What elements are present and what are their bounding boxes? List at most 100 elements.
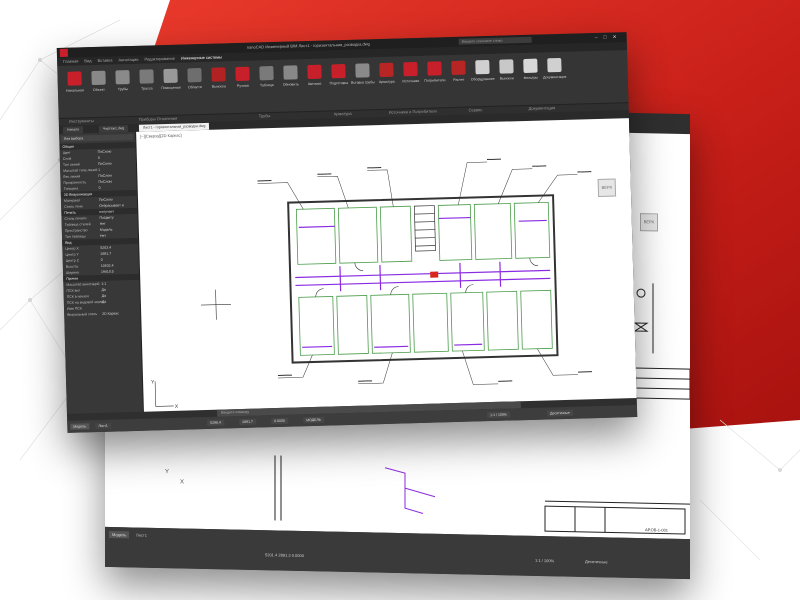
property-key: Тип линий: [62, 162, 80, 167]
start-button[interactable]: Начальная: [63, 69, 86, 114]
docs-icon: [547, 57, 562, 73]
status-item[interactable]: 0.0000: [271, 417, 289, 425]
svg-text:▬▬▬▬: ▬▬▬▬: [358, 378, 373, 382]
prepare-icon: [331, 63, 346, 79]
property-value: 19410.5: [100, 269, 114, 274]
status-item[interactable]: 5296.4: [207, 419, 225, 426]
areas-button[interactable]: Области: [183, 66, 206, 111]
property-key: Тип таблицы: [64, 234, 86, 239]
source-icon: [403, 61, 418, 77]
source-button[interactable]: Источники: [399, 60, 422, 105]
ribbon-button-label: Документация: [543, 74, 567, 80]
calc-icon: [451, 60, 466, 76]
route-button[interactable]: Трасса: [135, 67, 158, 112]
property-key: Вес линий: [63, 174, 81, 179]
ribbon-group-label: Документация: [528, 105, 556, 111]
menu-item[interactable]: Редактирование: [144, 56, 175, 62]
drawing-canvas[interactable]: [–][Сверху][2D Каркас] ВЕРХ ▬▬▬▬ ▬▬▬▬ ▬▬…: [136, 118, 637, 412]
hand-icon: [235, 66, 250, 82]
refresh-icon: [283, 65, 298, 80]
hand-button[interactable]: Ручная: [231, 65, 254, 110]
status-item[interactable]: МОДЕЛЬ: [303, 416, 325, 424]
object-icon: [91, 70, 106, 86]
property-value: 0: [98, 185, 101, 190]
consumer-icon: [427, 61, 442, 76]
property-key: Высота: [65, 264, 78, 269]
menu-item[interactable]: Инженерные системы: [181, 54, 222, 60]
menu-item[interactable]: Вид: [84, 58, 91, 63]
equipment-icon: [475, 59, 490, 75]
front-cad-window: nanoCAD Инженерный BIM Лист1 - горизонта…: [56, 32, 638, 433]
menu-item[interactable]: Вставка: [98, 57, 113, 62]
back-units[interactable]: Десятичные: [585, 559, 608, 564]
calc-button[interactable]: Расчет: [447, 59, 470, 104]
property-key: Стиль тени: [64, 204, 83, 209]
leader-icon: [211, 67, 226, 82]
route-icon: [139, 69, 154, 84]
back-layout-tab[interactable]: Лист1: [133, 531, 150, 538]
property-key: Стиль печати: [64, 216, 87, 221]
property-key: Толщина: [63, 186, 79, 191]
refresh-button[interactable]: Обновить: [279, 63, 302, 108]
auto-button[interactable]: Автомат.: [303, 63, 326, 108]
property-row[interactable]: Визуальный стиль 2D Каркас: [64, 310, 140, 318]
menu-item[interactable]: Главная: [63, 58, 78, 63]
svg-text:▬▬▬▬: ▬▬▬▬: [532, 163, 547, 167]
property-key: Визуальный стиль: [67, 312, 98, 317]
svg-text:Y: Y: [165, 469, 169, 475]
model-tab[interactable]: Модель: [70, 423, 89, 430]
back-coords: 5201.4 2891.3 0.0000: [265, 552, 304, 559]
equipment-button[interactable]: Оборудование: [471, 58, 495, 103]
svg-text:Y: Y: [151, 379, 155, 385]
floor-plan: ▬▬▬▬ ▬▬▬▬ ▬▬▬▬ ▬▬▬▬ ▬▬▬▬ ▬▬▬▬ ▬▬▬▬ ▬▬▬▬ ▬▬▬▬…: [151, 157, 592, 410]
app-logo-icon[interactable]: [59, 48, 68, 57]
property-key: Цвет: [62, 150, 71, 155]
property-row[interactable]: Стиль тени Отбрасывает и получает: [61, 202, 137, 214]
svg-text:▬▬▬▬: ▬▬▬▬: [498, 378, 513, 382]
consumer-button[interactable]: Потребители: [423, 59, 446, 104]
auto-icon: [307, 64, 322, 80]
ribbon-group-label: Источники и Потребители: [388, 108, 437, 115]
property-key: Ширина: [65, 270, 80, 275]
rooms-button[interactable]: Помещения: [159, 67, 182, 112]
property-key: Имя ПСК: [66, 306, 82, 311]
status-item[interactable]: 1:1 / 100%: [487, 411, 510, 419]
filters-icon: [523, 58, 538, 74]
callouts-button[interactable]: Выноски: [495, 57, 518, 102]
svg-text:▬▬▬▬: ▬▬▬▬: [487, 157, 502, 161]
property-key: ПСК в начале: [66, 294, 90, 299]
svg-text:▬▬▬▬: ▬▬▬▬: [278, 373, 293, 377]
ribbon-group-label: Сервис: [468, 107, 483, 113]
rooms-icon: [163, 68, 178, 84]
pipes-button[interactable]: Трубы: [111, 68, 134, 113]
ribbon-group-label: Инструменты: [68, 118, 94, 124]
status-item[interactable]: Десятичные: [547, 409, 573, 417]
back-model-tab[interactable]: Модель: [109, 530, 130, 539]
property-key: Слой: [62, 156, 72, 161]
status-item[interactable]: 2891.7: [239, 418, 257, 426]
docs-button[interactable]: Документация: [543, 56, 566, 101]
leader-button[interactable]: Выноска: [207, 65, 230, 110]
filters-button[interactable]: Фильтры: [519, 57, 542, 102]
areas-icon: [187, 68, 202, 83]
table-icon: [259, 65, 274, 81]
insert-pipe-button[interactable]: Вставка трубы: [351, 61, 375, 106]
properties-selection[interactable]: Без выбора: [61, 133, 134, 142]
valve-button[interactable]: Арматура: [375, 61, 398, 106]
table-button[interactable]: Таблица: [255, 64, 278, 109]
layout-tab[interactable]: Лист1: [95, 422, 111, 430]
object-button[interactable]: Объект: [87, 69, 110, 114]
prepare-button[interactable]: Подготовка: [327, 62, 350, 107]
property-value: 2D Каркас: [102, 311, 119, 316]
properties-panel: Без выбора Общие Цвет ПоСлою Слой 0 Тип линий…: [59, 131, 144, 414]
svg-text:X: X: [175, 404, 179, 410]
property-key: Прозрачность: [63, 180, 87, 185]
property-key: Материал: [63, 198, 81, 203]
menu-item[interactable]: Аннотации: [118, 57, 138, 63]
property-key: Центр Y: [65, 252, 79, 257]
search-input[interactable]: Введите ключевое слово: [458, 36, 532, 45]
property-key: Пространство: [64, 228, 88, 233]
back-scale[interactable]: 1:1 / 100%: [535, 558, 554, 563]
start-icon: [67, 71, 82, 86]
property-value: Отбрасывает и получает: [99, 203, 124, 214]
